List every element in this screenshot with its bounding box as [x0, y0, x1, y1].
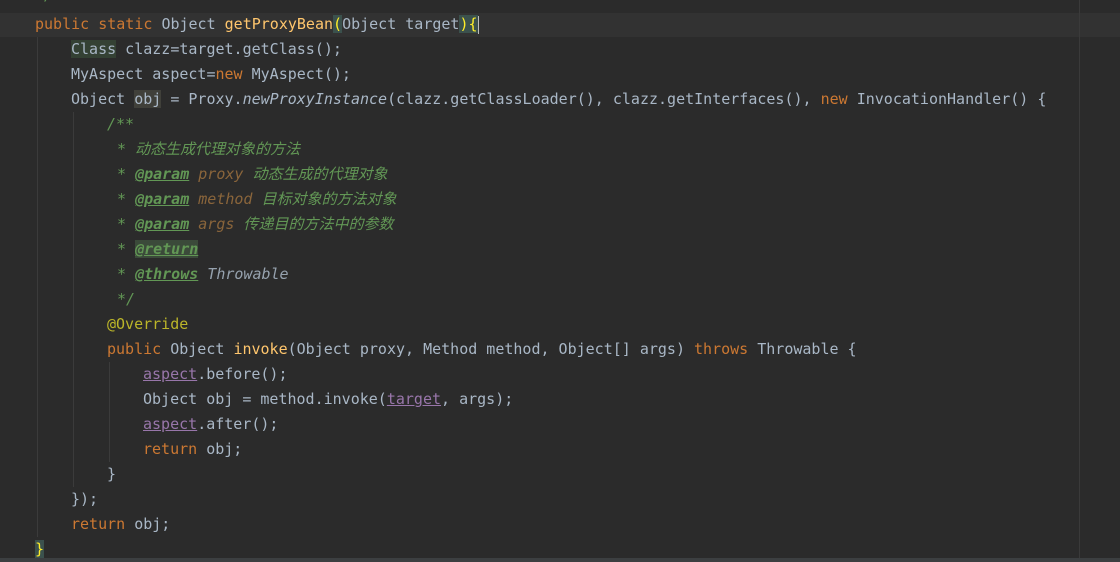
field-reference: aspect — [143, 415, 198, 433]
closing-brace: }); — [71, 490, 99, 508]
statement: MyAspect(); — [242, 65, 351, 83]
horizontal-scrollbar[interactable] — [0, 558, 1120, 562]
code-line[interactable]: return obj; — [0, 512, 170, 537]
statement: obj; — [125, 515, 171, 533]
keyword: public — [107, 340, 162, 358]
doc-param-name: proxy — [189, 165, 244, 183]
keyword: throws — [694, 340, 749, 358]
paren-match: ) — [459, 15, 469, 33]
keyword: return — [143, 440, 198, 458]
code-line[interactable]: return obj; — [0, 437, 242, 462]
type-name: Object — [161, 340, 234, 358]
keyword: static — [98, 15, 153, 33]
statement: obj; — [197, 440, 243, 458]
keyword: new — [820, 90, 848, 108]
code-editor[interactable]: */ public static Object getProxyBean(Obj… — [0, 0, 1120, 562]
doc-comment: 传递目的方法中的参数 — [234, 215, 394, 233]
code-line[interactable]: Object obj = Proxy.newProxyInstance(claz… — [0, 87, 1046, 112]
doc-param-name: method — [189, 190, 253, 208]
doc-comment: * — [117, 165, 136, 183]
doc-comment: /** — [107, 115, 135, 133]
code-line[interactable]: /** — [0, 112, 134, 137]
statement: = Proxy. — [161, 90, 243, 108]
doc-tag: @param — [135, 190, 190, 208]
brace-match: } — [35, 540, 45, 558]
statement: MyAspect aspect= — [71, 65, 216, 83]
params: (Object proxy, Method method, Object[] a… — [287, 340, 695, 358]
text-caret — [477, 15, 479, 34]
code-line[interactable]: * @throws Throwable — [0, 262, 289, 287]
doc-type: Throwable — [198, 265, 289, 283]
statement: .after(); — [197, 415, 279, 433]
field-reference: target — [386, 390, 442, 408]
code-line[interactable]: aspect.before(); — [0, 362, 288, 387]
doc-comment: * — [117, 190, 136, 208]
code-line[interactable]: aspect.after(); — [0, 412, 278, 437]
code-line[interactable]: * @return — [0, 237, 199, 262]
params: Object target — [342, 15, 460, 33]
code-line[interactable]: Object obj = method.invoke(target, args)… — [0, 387, 513, 412]
doc-comment: */ — [117, 290, 136, 308]
doc-comment: * — [117, 265, 136, 283]
doc-tag: @param — [135, 215, 190, 233]
code-line[interactable]: @Override — [0, 312, 188, 337]
statement: .before(); — [197, 365, 288, 383]
closing-brace: } — [107, 465, 117, 483]
type-name: Object — [71, 90, 135, 108]
arguments: (clazz.getClassLoader(), clazz.getInterf… — [387, 90, 821, 108]
keyword: return — [71, 515, 126, 533]
statement: Throwable { — [748, 340, 857, 358]
code-line[interactable]: */ — [0, 287, 135, 312]
annotation: @Override — [107, 315, 189, 333]
method-name: getProxyBean — [224, 15, 334, 33]
code-line[interactable]: * @param args 传递目的方法中的参数 — [0, 212, 393, 237]
statement: , args); — [441, 390, 514, 408]
code-line[interactable]: public static Object getProxyBean(Object… — [0, 12, 479, 37]
doc-tag: @return — [135, 240, 199, 258]
doc-comment: * — [117, 240, 136, 258]
right-margin-guide — [1079, 0, 1080, 562]
field-reference: aspect — [143, 365, 198, 383]
doc-tag: @param — [135, 165, 190, 183]
paren-match: ( — [333, 15, 343, 33]
doc-comment: * — [117, 215, 136, 233]
type-name: Object — [161, 15, 216, 33]
code-line[interactable]: MyAspect aspect=new MyAspect(); — [0, 62, 351, 87]
comment-end-fragment: */ — [35, 0, 53, 4]
brace-match: { — [468, 15, 478, 33]
statement: InvocationHandler() { — [847, 90, 1047, 108]
code-line[interactable]: public Object invoke(Object proxy, Metho… — [0, 337, 857, 362]
code-line[interactable]: }); — [0, 487, 98, 512]
method-name: newProxyInstance — [242, 90, 388, 108]
code-line[interactable]: * 动态生成代理对象的方法 — [0, 137, 300, 162]
code-line[interactable]: * @param proxy 动态生成的代理对象 — [0, 162, 387, 187]
code-line[interactable]: * @param method 目标对象的方法对象 — [0, 187, 397, 212]
statement: Object obj = method.invoke( — [143, 390, 387, 408]
statement: clazz=target.getClass(); — [116, 40, 342, 58]
variable: obj — [134, 90, 162, 108]
keyword: new — [215, 65, 243, 83]
doc-tag: @throws — [135, 265, 199, 283]
code-line[interactable]: Class clazz=target.getClass(); — [0, 37, 342, 62]
method-name: invoke — [233, 340, 288, 358]
doc-comment: 目标对象的方法对象 — [252, 190, 397, 208]
code-line[interactable]: } — [0, 462, 116, 487]
type-name: Class — [71, 40, 117, 58]
doc-comment: 动态生成的代理对象 — [243, 165, 388, 183]
keyword: public — [35, 15, 90, 33]
doc-param-name: args — [189, 215, 235, 233]
doc-comment: * 动态生成代理对象的方法 — [117, 140, 301, 158]
